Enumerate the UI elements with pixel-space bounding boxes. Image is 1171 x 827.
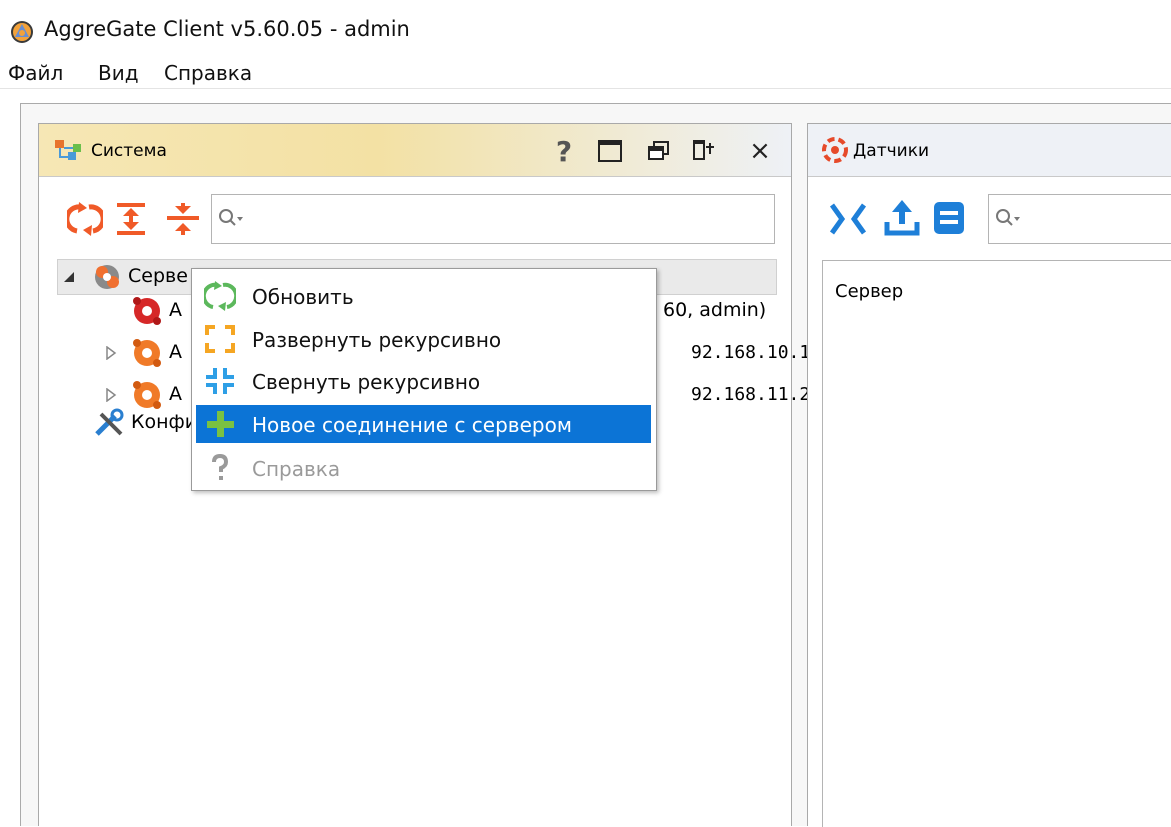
- menu-help[interactable]: Справка: [164, 61, 252, 85]
- sensors-panel-header[interactable]: Датчики: [808, 124, 1171, 177]
- tools-icon: [95, 408, 124, 436]
- upload-icon[interactable]: [884, 200, 920, 236]
- window-title: AggreGate Client v5.60.05 - admin: [44, 17, 410, 41]
- collapse-arrows-icon[interactable]: [828, 202, 868, 236]
- tree-item-label: Конфи: [131, 411, 198, 433]
- refresh-icon[interactable]: [67, 202, 103, 236]
- title-bar: AggreGate Client v5.60.05 - admin: [0, 0, 1171, 58]
- system-panel-header[interactable]: Система ? ×: [39, 124, 791, 177]
- context-menu-item-expand-recursive[interactable]: Развернуть рекурсивно: [196, 320, 651, 358]
- context-menu-item-collapse-recursive[interactable]: Свернуть рекурсивно: [196, 362, 651, 400]
- menu-bar: Файл Вид Справка: [0, 58, 1171, 89]
- context-menu-item-label: Справка: [252, 457, 341, 481]
- help-icon: [212, 453, 229, 480]
- sensors-content-label: Сервер: [835, 281, 904, 302]
- tree-item-address: 92.168.10.1: [691, 342, 811, 363]
- expand-icon: [205, 325, 235, 353]
- sensors-icon: [822, 137, 848, 163]
- sensors-panel: Датчики Сервер: [807, 123, 1171, 827]
- expand-all-icon[interactable]: [113, 202, 149, 236]
- collapse-icon: [206, 368, 234, 394]
- panel-maximize-button[interactable]: [597, 138, 623, 164]
- tree-item-label: А: [169, 299, 182, 321]
- server-group-icon: [95, 265, 119, 289]
- collapsed-arrow-icon[interactable]: [105, 388, 117, 402]
- system-search-input[interactable]: [211, 194, 775, 244]
- context-menu-item-help[interactable]: Справка: [196, 449, 651, 487]
- search-icon: [996, 209, 1020, 226]
- maximize-icon: [598, 140, 622, 162]
- context-menu: Обновить Развернуть рекурсивно Свернуть …: [191, 268, 657, 491]
- sensors-search-input[interactable]: [988, 194, 1171, 244]
- tree-item-detail: 60, admin): [663, 299, 767, 321]
- plus-icon: [207, 411, 234, 437]
- sensors-panel-title: Датчики: [853, 141, 930, 161]
- context-menu-item-label: Свернуть рекурсивно: [252, 370, 481, 394]
- context-menu-item-new-connection[interactable]: Новое соединение с сервером: [196, 405, 651, 443]
- collapse-all-icon[interactable]: [165, 202, 201, 236]
- document-icon[interactable]: [932, 200, 966, 236]
- tree-item-address: 92.168.11.2: [691, 384, 811, 405]
- context-menu-item-refresh[interactable]: Обновить: [196, 277, 651, 315]
- tree-item-label: А: [169, 383, 182, 405]
- expanded-arrow-icon[interactable]: [62, 270, 76, 284]
- tree-root-label: Серве: [128, 265, 188, 287]
- panel-pin-button[interactable]: [691, 138, 717, 164]
- restore-icon: [648, 141, 669, 160]
- context-menu-item-label: Обновить: [252, 285, 354, 309]
- panel-close-button[interactable]: ×: [747, 136, 773, 166]
- menu-view[interactable]: Вид: [98, 61, 139, 85]
- menu-file[interactable]: Файл: [8, 61, 63, 85]
- collapsed-arrow-icon[interactable]: [105, 346, 117, 360]
- close-icon: ×: [749, 136, 771, 166]
- sensors-content-area: Сервер: [822, 260, 1171, 827]
- help-icon: ?: [555, 134, 573, 168]
- context-menu-item-label: Развернуть рекурсивно: [252, 328, 502, 352]
- pin-icon: [693, 140, 714, 160]
- tree-item-label: А: [169, 341, 182, 363]
- search-icon: [219, 209, 243, 226]
- panel-restore-button[interactable]: [646, 138, 672, 164]
- app-logo-icon: [11, 21, 33, 43]
- system-tree-icon: [55, 140, 81, 160]
- context-menu-item-label: Новое соединение с сервером: [252, 413, 572, 437]
- refresh-icon: [204, 281, 236, 311]
- panel-help-button[interactable]: ?: [551, 135, 577, 168]
- system-panel-title: Система: [91, 141, 167, 161]
- server-active-icon: [133, 297, 161, 325]
- server-icon: [133, 339, 161, 367]
